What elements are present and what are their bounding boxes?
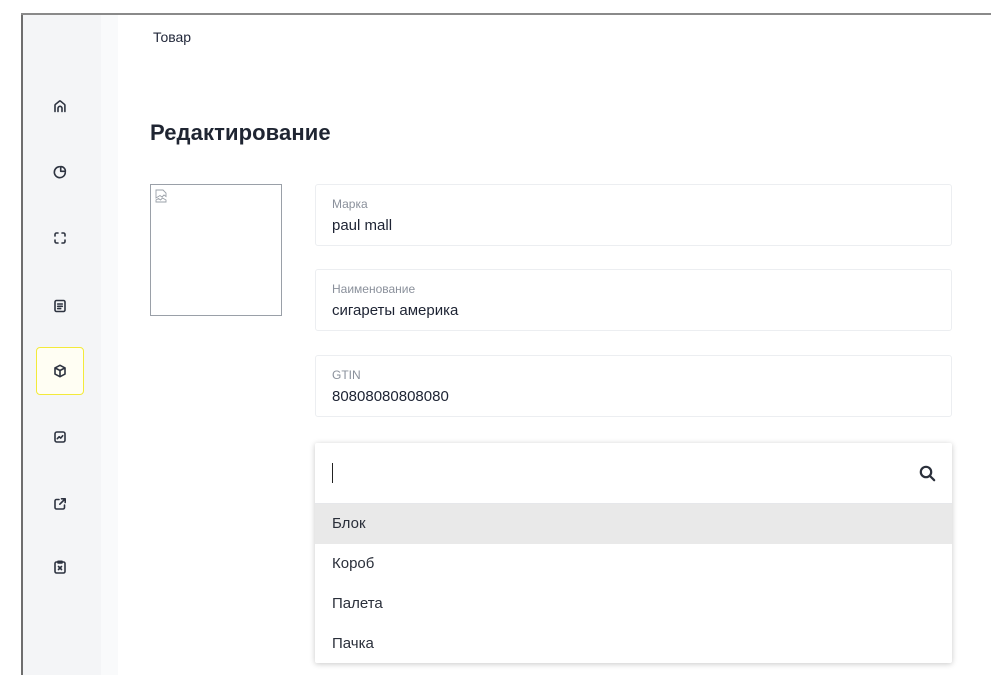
home-icon (54, 100, 66, 113)
sidebar-gutter (101, 15, 118, 675)
box-icon (54, 364, 66, 378)
clipboard-x-icon (54, 560, 66, 574)
gtin-field-value[interactable]: 80808080808080 (332, 388, 449, 405)
sidebar-item-analytics[interactable] (36, 148, 84, 196)
text-caret (332, 463, 333, 483)
chart-box-icon (54, 431, 66, 443)
brand-field-value[interactable]: paul mall (332, 217, 392, 234)
name-field-value[interactable]: сигареты америка (332, 302, 458, 319)
window-border-top (21, 13, 991, 15)
sidebar-item-documents[interactable] (36, 282, 84, 330)
gtin-field-label: GTIN (332, 368, 361, 382)
sidebar-item-export[interactable] (36, 480, 84, 528)
name-field-label: Наименование (332, 282, 416, 296)
window-frame-left (0, 0, 21, 675)
product-image-placeholder[interactable] (150, 184, 282, 316)
search-icon[interactable] (919, 465, 936, 482)
gtin-field[interactable]: GTIN 80808080808080 (315, 355, 952, 417)
dropdown-option-pack[interactable]: Пачка (315, 624, 952, 664)
breadcrumb[interactable]: Товар (153, 29, 191, 45)
window-frame-top (21, 0, 991, 13)
page-title: Редактирование (150, 120, 331, 145)
package-type-dropdown: Блок Короб Палета Пачка (315, 443, 952, 663)
name-field[interactable]: Наименование сигареты америка (315, 269, 952, 331)
sidebar-item-reports[interactable] (36, 413, 84, 461)
sidebar-item-products[interactable] (36, 347, 84, 395)
dropdown-search-row (315, 443, 952, 504)
brand-field[interactable]: Марка paul mall (315, 184, 952, 246)
pie-chart-icon (53, 165, 67, 179)
external-link-icon (54, 498, 66, 510)
brand-field-label: Марка (332, 197, 368, 211)
sidebar-item-home[interactable] (36, 82, 84, 130)
dropdown-option-box[interactable]: Короб (315, 544, 952, 584)
sidebar-item-scan[interactable] (36, 214, 84, 262)
dropdown-option-block[interactable]: Блок (315, 504, 952, 544)
scan-icon (54, 232, 66, 244)
broken-image-icon (155, 189, 167, 203)
dropdown-search-input[interactable] (331, 459, 911, 487)
dropdown-option-pallet[interactable]: Палета (315, 584, 952, 624)
document-icon (54, 299, 66, 313)
sidebar-item-writeoff[interactable] (36, 543, 84, 591)
